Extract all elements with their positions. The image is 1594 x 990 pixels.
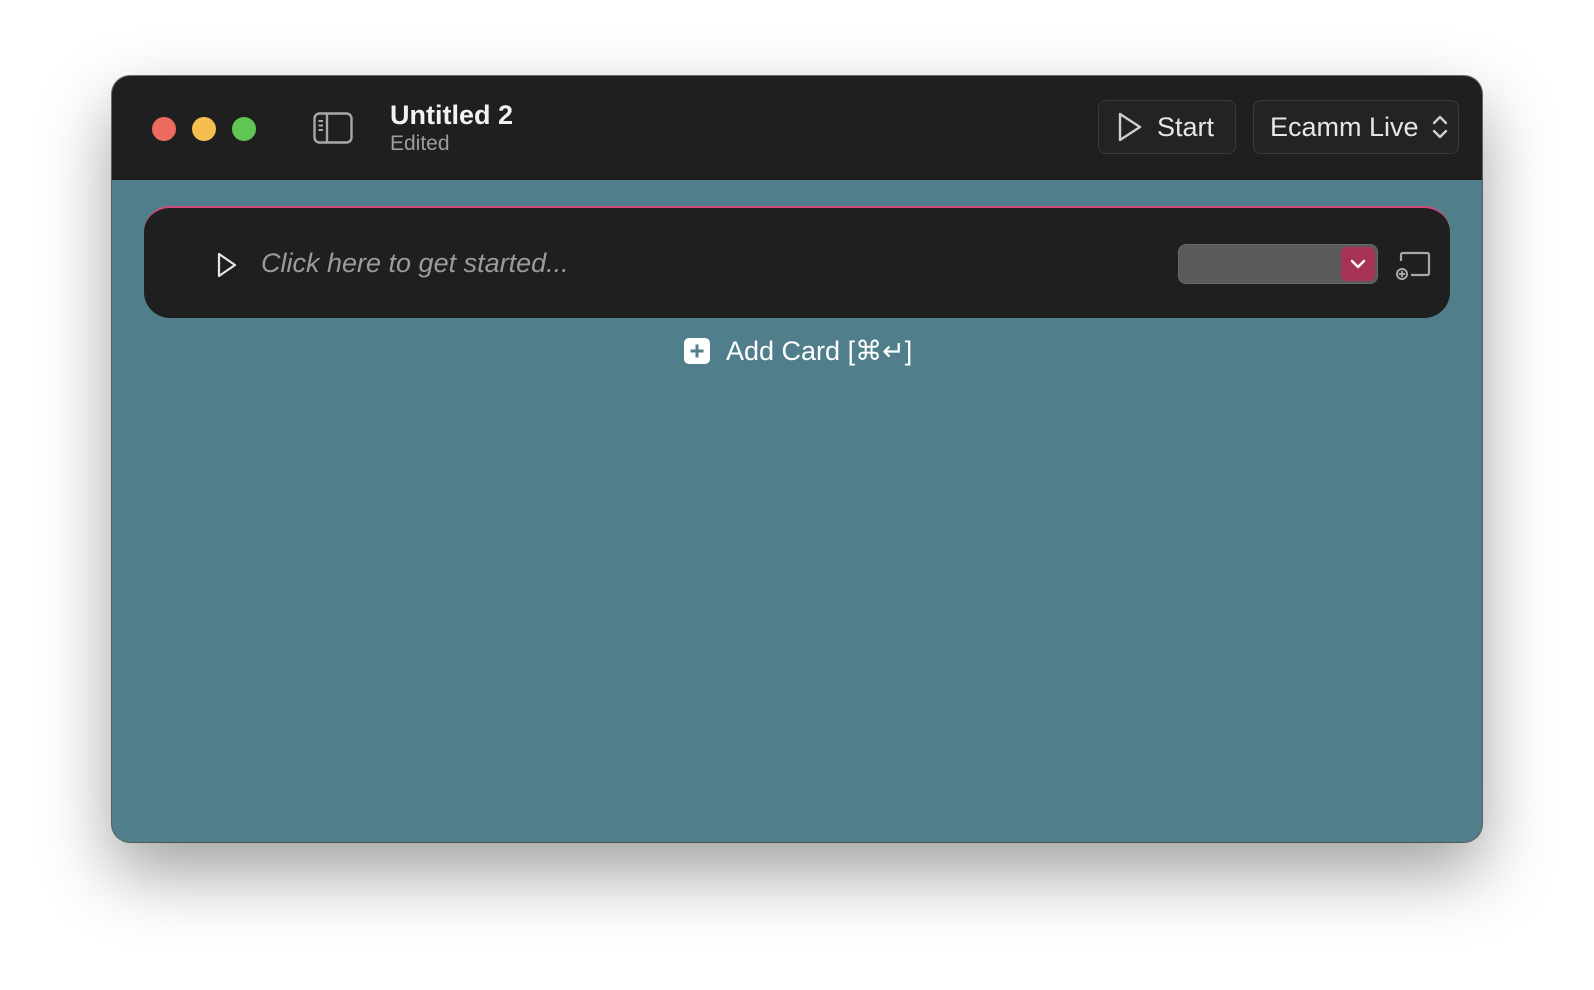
card[interactable]: Click here to get started... [144,206,1450,318]
output-select[interactable]: Ecamm Live [1253,100,1459,154]
plus-square-icon [684,338,710,364]
window-title: Untitled 2 [390,100,514,130]
title-bar: Untitled 2 Edited Start Ecamm Live [112,76,1482,180]
add-card-button[interactable]: Add Card [⌘↵] [684,334,912,368]
card-text-placeholder[interactable]: Click here to get started... [261,248,569,279]
play-icon[interactable] [216,252,238,278]
app-window: Untitled 2 Edited Start Ecamm Live Click… [112,76,1482,842]
sidebar-icon[interactable] [313,112,353,144]
minimize-window-button[interactable] [192,117,216,141]
card-select-arrow[interactable] [1341,247,1375,281]
start-button[interactable]: Start [1098,100,1236,154]
add-card-label: Add Card [⌘↵] [726,335,913,366]
cards-area: Click here to get started... Add Card [⌘… [112,180,1482,842]
start-button-label: Start [1157,111,1215,142]
card-select[interactable] [1178,244,1378,284]
close-window-button[interactable] [152,117,176,141]
output-select-value: Ecamm Live [1270,111,1419,142]
zoom-window-button[interactable] [232,117,256,141]
document-status: Edited [390,132,450,155]
chevron-up-down-icon [1432,115,1447,139]
play-icon [1118,112,1142,142]
chevron-down-icon [1350,259,1366,269]
cast-icon[interactable] [1395,250,1431,280]
